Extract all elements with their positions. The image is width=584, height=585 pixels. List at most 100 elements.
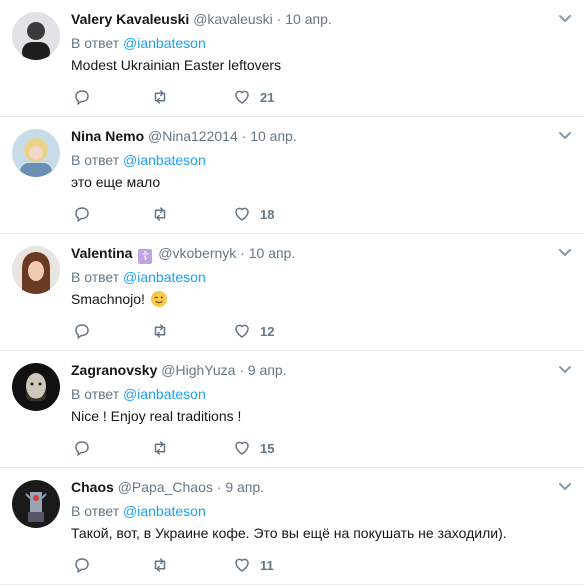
tweet-text: Nice ! Enjoy real traditions ! xyxy=(71,408,242,424)
chevron-down-icon xyxy=(559,15,571,22)
reply-button[interactable] xyxy=(73,556,91,574)
chevron-down-icon xyxy=(559,132,571,139)
reply-icon xyxy=(75,558,89,574)
retweet-button[interactable] xyxy=(151,88,169,106)
reply-context: В ответ @ianbateson xyxy=(71,268,206,286)
reply-context: В ответ @ianbateson xyxy=(71,151,206,169)
reply-prefix: В ответ xyxy=(71,269,120,285)
avatar[interactable] xyxy=(12,129,60,177)
retweet-icon xyxy=(154,207,166,221)
retweet-icon xyxy=(154,558,166,572)
reply-icon xyxy=(75,324,89,340)
tweet-date[interactable]: 10 апр. xyxy=(249,245,296,261)
reply-button[interactable] xyxy=(73,205,91,223)
reply-prefix: В ответ xyxy=(71,503,120,519)
avatar[interactable] xyxy=(12,480,60,528)
like-button[interactable]: 18 xyxy=(233,205,274,223)
user-handle[interactable]: @vkobernyk xyxy=(158,245,236,261)
like-count: 18 xyxy=(260,206,275,222)
reply-icon xyxy=(75,90,89,106)
retweet-icon xyxy=(154,441,166,455)
user-handle[interactable]: @HighYuza xyxy=(161,362,235,378)
tweet-date[interactable]: 10 апр. xyxy=(285,11,332,27)
mention-link[interactable]: @ianbateson xyxy=(123,503,206,519)
like-button[interactable]: 12 xyxy=(233,322,274,340)
reply-context: В ответ @ianbateson xyxy=(71,385,206,403)
avatar[interactable] xyxy=(12,12,60,60)
heart-icon xyxy=(235,558,249,572)
reply-context: В ответ @ianbateson xyxy=(71,34,206,52)
tweet-text: это еще мало xyxy=(71,174,161,190)
tweet-actions: 18 xyxy=(71,205,311,225)
separator-dot: · xyxy=(276,11,282,27)
reply-prefix: В ответ xyxy=(71,152,120,168)
tweet-item[interactable]: Nina Nemo @Nina122014 · 10 апр. В ответ … xyxy=(0,117,584,234)
tweet-date[interactable]: 9 апр. xyxy=(248,362,287,378)
user-name[interactable]: Nina Nemo xyxy=(71,128,144,144)
tweet-actions: 11 xyxy=(71,556,311,576)
separator-dot: · xyxy=(216,479,222,495)
separator-dot: · xyxy=(241,128,247,144)
like-button[interactable]: 15 xyxy=(233,439,274,457)
heart-icon xyxy=(235,441,249,455)
tweet-text: Такой, вот, в Украине кофе. Это вы ещё н… xyxy=(71,525,507,541)
retweet-button[interactable] xyxy=(151,205,169,223)
mention-link[interactable]: @ianbateson xyxy=(123,386,206,402)
orthodox-cross-badge: ☦ xyxy=(138,249,153,264)
user-handle[interactable]: @kavaleuski xyxy=(193,11,273,27)
winking-face-emoji xyxy=(150,291,167,307)
reply-button[interactable] xyxy=(73,88,91,106)
separator-dot: · xyxy=(239,362,244,378)
tweet-text: Modest Ukrainian Easter leftovers xyxy=(71,57,282,73)
tweet-actions: 15 xyxy=(71,439,311,459)
tweet-item[interactable]: Chaos @Papa_Chaos · 9 апр. В ответ @ianb… xyxy=(0,468,584,585)
retweet-button[interactable] xyxy=(151,322,169,340)
reply-prefix: В ответ xyxy=(71,386,120,402)
more-options-button[interactable] xyxy=(558,246,572,260)
user-name[interactable]: Chaos xyxy=(71,479,114,495)
like-count: 21 xyxy=(260,89,275,105)
more-options-button[interactable] xyxy=(558,12,572,26)
reply-icon xyxy=(75,207,89,223)
tweet-actions: 12 xyxy=(71,322,311,342)
avatar[interactable] xyxy=(12,363,60,411)
retweet-button[interactable] xyxy=(151,439,169,457)
user-name[interactable]: Valentina xyxy=(71,245,132,261)
reply-button[interactable] xyxy=(73,322,91,340)
tweet-text-content: Smachnojo! xyxy=(71,291,145,307)
avatar[interactable] xyxy=(12,246,60,294)
tweet-item[interactable]: Valentina ☦ @vkobernyk · 10 апр. В ответ… xyxy=(0,234,584,351)
retweet-icon xyxy=(154,324,166,338)
tweet-item[interactable]: Valery Kavaleuski @kavaleuski · 10 апр. … xyxy=(0,0,584,117)
more-options-button[interactable] xyxy=(558,480,572,494)
tweet-date[interactable]: 9 апр. xyxy=(225,479,264,495)
tweet-actions: 21 xyxy=(71,88,311,108)
reply-prefix: В ответ xyxy=(71,35,120,51)
like-button[interactable]: 11 xyxy=(233,556,274,574)
more-options-button[interactable] xyxy=(558,363,572,377)
tweet-text: Smachnojo! xyxy=(71,290,167,308)
more-options-button[interactable] xyxy=(558,129,572,143)
reply-icon xyxy=(75,441,89,457)
tweet-item[interactable]: Zagranovsky @HighYuza · 9 апр. В ответ @… xyxy=(0,351,584,468)
reply-button[interactable] xyxy=(73,439,91,457)
heart-icon xyxy=(235,90,249,104)
chevron-down-icon xyxy=(559,483,571,490)
reply-context: В ответ @ianbateson xyxy=(71,502,206,520)
mention-link[interactable]: @ianbateson xyxy=(123,35,206,51)
like-count: 12 xyxy=(260,323,275,339)
like-button[interactable]: 21 xyxy=(233,88,274,106)
user-name[interactable]: Zagranovsky xyxy=(71,362,157,378)
user-handle[interactable]: @Papa_Chaos xyxy=(118,479,213,495)
tweet-date[interactable]: 10 апр. xyxy=(250,128,297,144)
user-handle[interactable]: @Nina122014 xyxy=(148,128,238,144)
like-count: 15 xyxy=(260,440,275,456)
retweet-button[interactable] xyxy=(151,556,169,574)
retweet-icon xyxy=(154,90,166,104)
user-name[interactable]: Valery Kavaleuski xyxy=(71,11,189,27)
chevron-down-icon xyxy=(559,249,571,256)
mention-link[interactable]: @ianbateson xyxy=(123,152,206,168)
heart-icon xyxy=(235,207,249,221)
separator-dot: · xyxy=(240,245,245,261)
mention-link[interactable]: @ianbateson xyxy=(123,269,206,285)
